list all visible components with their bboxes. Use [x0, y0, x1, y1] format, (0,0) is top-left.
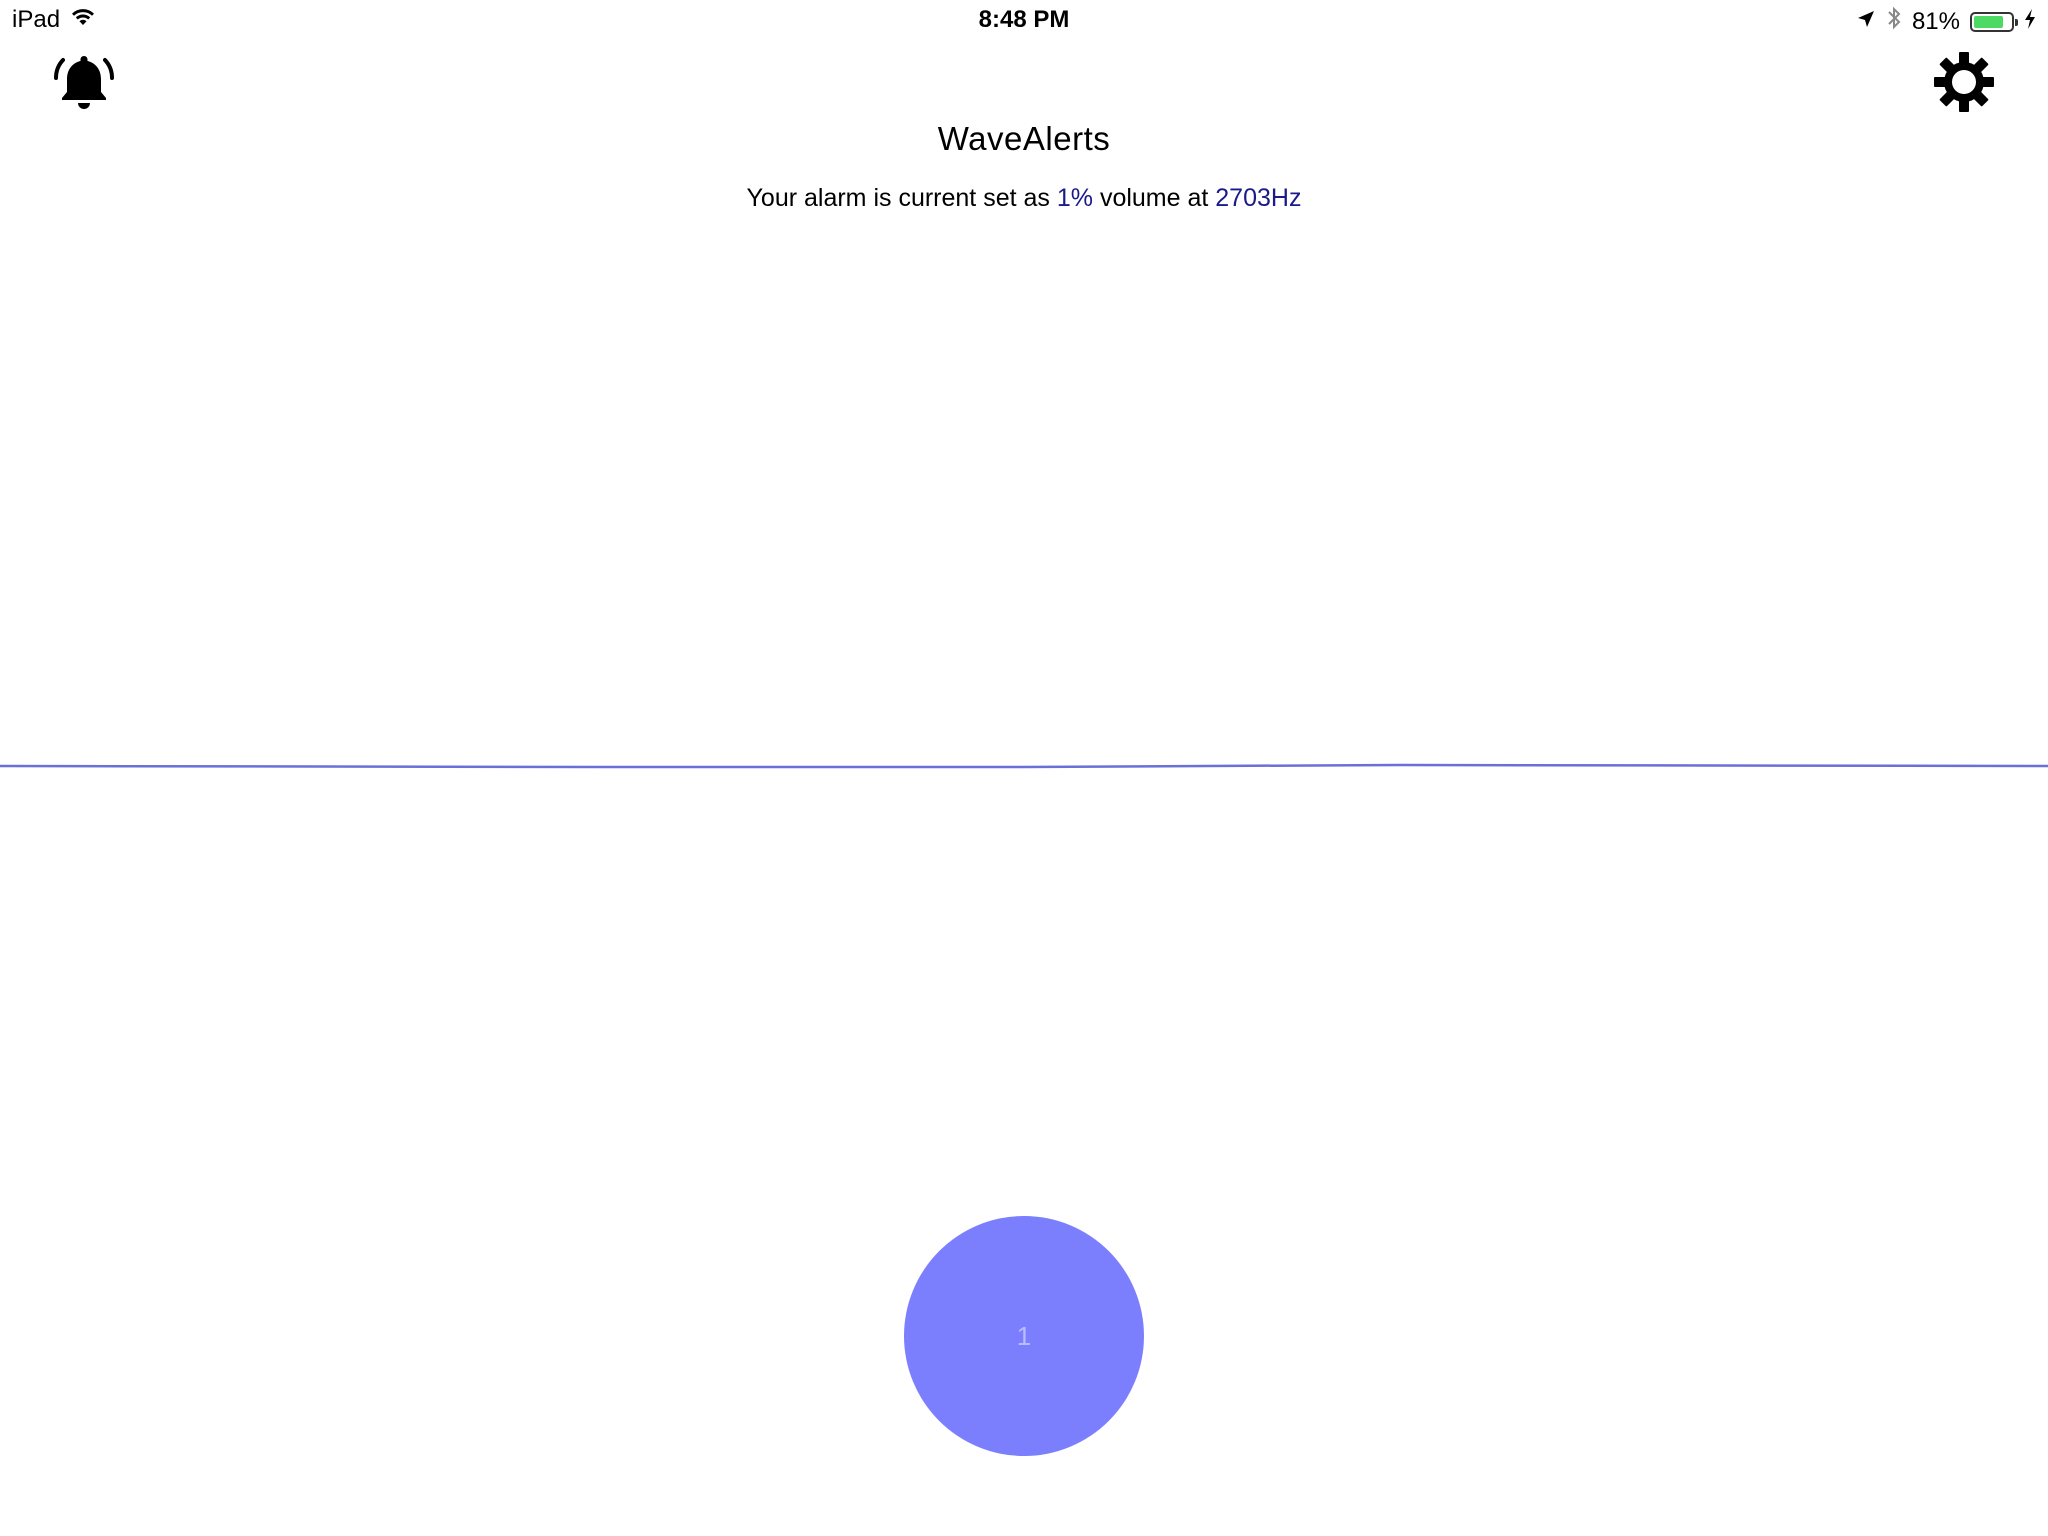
circle-label: 1 — [1016, 1320, 1032, 1351]
subtitle-middle: volume at — [1093, 184, 1216, 212]
subtitle-prefix: Your alarm is current set as — [746, 184, 1057, 212]
bluetooth-icon — [1886, 6, 1902, 37]
battery-fill — [1974, 15, 2004, 28]
waveform-line — [0, 763, 2048, 769]
frequency-value: 2703Hz — [1215, 184, 1302, 212]
volume-circle-button[interactable]: 1 — [904, 1216, 1144, 1456]
status-bar: iPad 8:48 PM 81% — [0, 0, 2048, 40]
status-right: 81% — [1856, 6, 2036, 37]
app-title: WaveAlerts — [937, 120, 1111, 157]
bell-icon — [52, 50, 116, 119]
app-screen: iPad 8:48 PM 81% WaveAlerts Your alarm i… — [0, 0, 2048, 1536]
location-arrow-icon — [1856, 8, 1876, 36]
settings-button[interactable] — [1930, 50, 1998, 118]
alarm-button[interactable] — [50, 50, 118, 118]
charging-bolt-icon — [2024, 8, 2036, 36]
volume-value: 1% — [1056, 184, 1093, 212]
status-time: 8:48 PM — [978, 6, 1070, 33]
gear-icon — [1932, 50, 1996, 119]
battery-percent: 81% — [1911, 7, 1960, 35]
battery-icon — [1970, 11, 2018, 32]
alarm-status-text: Your alarm is current set as 1% volume a… — [0, 184, 2048, 213]
